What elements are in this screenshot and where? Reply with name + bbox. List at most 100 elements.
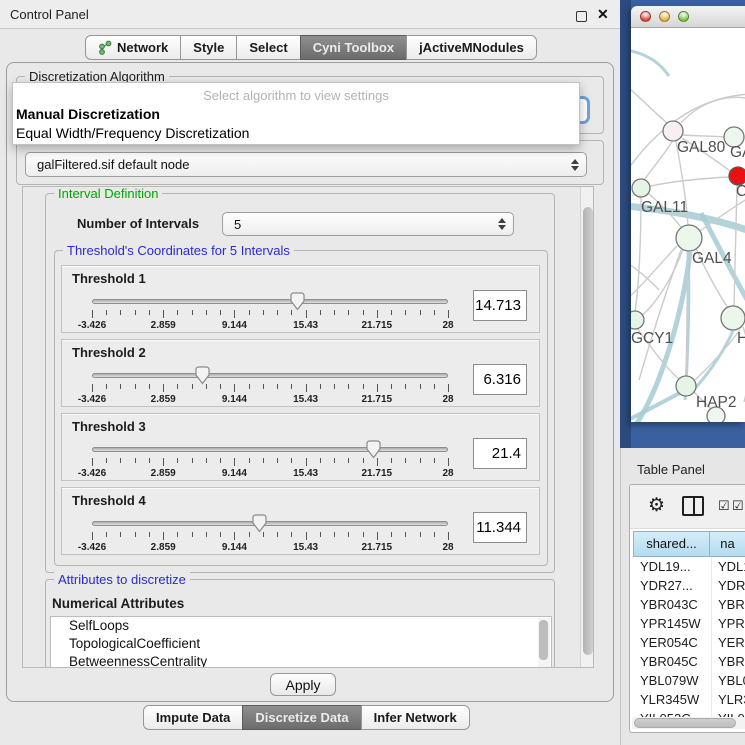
slider-thumb[interactable] [194, 366, 211, 385]
checkbox-icon[interactable]: ☑ [732, 498, 744, 514]
table-row[interactable]: YPR145WYPR1 [634, 614, 745, 633]
mac-minimize-icon[interactable] [659, 11, 670, 22]
table-row[interactable]: YDR27...YDR2 [634, 576, 745, 595]
network-view-window[interactable]: GAL80GACGAL11GAL4GCY1HHAP2 [631, 6, 745, 422]
scrollbar-thumb[interactable] [583, 207, 593, 655]
mac-close-icon[interactable] [640, 11, 651, 22]
network-node[interactable] [632, 179, 650, 197]
slider-tick [377, 384, 378, 392]
settings-scroll-area: Interval Definition Number of Intervals … [22, 186, 594, 668]
combo-spinner-icon [571, 159, 579, 171]
close-icon[interactable]: ✕ [597, 6, 609, 23]
table-row[interactable]: YBR043CYBR0 [634, 595, 745, 614]
table-toolbar: ⚙ ☑ ☑ [630, 485, 745, 529]
column-header-shared-name[interactable]: shared... [633, 531, 710, 557]
network-node[interactable] [663, 121, 683, 141]
slider-tick [120, 384, 121, 389]
slider-thumb[interactable] [251, 514, 268, 533]
network-window-titlebar[interactable] [631, 6, 745, 28]
table-cell-shared-name: YBL079W [634, 671, 711, 690]
network-edge[interactable] [644, 142, 672, 180]
tab-discretize-data[interactable]: Discretize Data [242, 705, 361, 730]
tab-network[interactable]: Network [85, 35, 181, 60]
tab-select[interactable]: Select [236, 35, 300, 60]
tab-infer-network[interactable]: Infer Network [361, 705, 470, 730]
table-row[interactable]: YDL19...YDL1 [634, 557, 745, 576]
table-row[interactable]: YLR345WYLR3 [634, 690, 745, 709]
slider-tick [334, 532, 335, 537]
threshold-slider[interactable]: -3.4262.8599.14415.4321.71528 [92, 366, 448, 406]
tab-style[interactable]: Style [180, 35, 237, 60]
hscrollbar-thumb[interactable] [634, 718, 736, 728]
list-scrollbar[interactable] [538, 618, 550, 668]
network-edge[interactable] [734, 185, 737, 306]
threshold-value-field[interactable]: 6.316 [473, 364, 527, 395]
list-scrollbar-thumb[interactable] [539, 620, 548, 660]
apply-button[interactable]: Apply [270, 673, 336, 696]
slider-thumb[interactable] [289, 292, 306, 311]
threshold-slider[interactable]: -3.4262.8599.14415.4321.71528 [92, 292, 448, 332]
slider-track[interactable] [92, 521, 448, 526]
threshold-value-field[interactable]: 11.344 [473, 512, 527, 543]
table-row[interactable]: YER054CYER0 [634, 633, 745, 652]
float-window-icon[interactable] [576, 11, 587, 22]
tab-impute-data[interactable]: Impute Data [143, 705, 243, 730]
settings-vertical-scrollbar[interactable] [580, 187, 594, 668]
threshold-slider[interactable]: -3.4262.8599.14415.4321.71528 [92, 514, 448, 554]
network-node[interactable] [676, 225, 702, 251]
slider-tick [177, 532, 178, 537]
attribute-list-item[interactable]: SelfLoops [51, 617, 551, 635]
slider-track[interactable] [92, 299, 448, 304]
threshold-value-field[interactable]: 14.713 [473, 290, 527, 321]
slider-tick-label: 28 [442, 468, 453, 479]
network-edge[interactable] [631, 392, 682, 421]
network-node[interactable] [676, 376, 696, 396]
gear-icon[interactable]: ⚙ [648, 495, 665, 517]
network-edge[interactable] [639, 250, 681, 380]
numerical-attributes-list[interactable]: SelfLoopsTopologicalCoefficientBetweenne… [50, 616, 552, 668]
slider-tick [434, 384, 435, 389]
network-node-label: GAL11 [641, 199, 688, 216]
column-header-name[interactable]: na [709, 531, 745, 557]
slider-tick [334, 384, 335, 389]
thresholds-group-title: Threshold's Coordinates for 5 Intervals [63, 243, 294, 258]
popup-option-manual-discretization[interactable]: Manual Discretization [16, 106, 160, 122]
slider-track[interactable] [92, 373, 448, 378]
slider-tick [220, 384, 221, 389]
network-graph: GAL80GACGAL11GAL4GCY1HHAP2 [631, 28, 745, 422]
network-node[interactable] [631, 311, 644, 329]
slider-tick-label: 28 [442, 542, 453, 553]
checkbox-icon[interactable]: ☑ [718, 498, 730, 514]
table-horizontal-scrollbar[interactable] [632, 717, 745, 729]
slider-tick [363, 384, 364, 389]
threshold-slider[interactable]: -3.4262.8599.14415.4321.71528 [92, 440, 448, 480]
network-edge[interactable] [650, 177, 729, 186]
network-edge[interactable] [631, 50, 669, 76]
threshold-value-field[interactable]: 21.4 [473, 438, 527, 469]
network-edge[interactable] [695, 330, 740, 380]
network-edge[interactable] [683, 135, 724, 137]
slider-thumb[interactable] [365, 440, 382, 459]
table-row[interactable]: YBL079WYBL0 [634, 671, 745, 690]
network-node[interactable] [721, 306, 745, 330]
tab-jactivemnodules[interactable]: jActiveMNodules [406, 35, 537, 60]
attribute-list-item[interactable]: TopologicalCoefficient [51, 635, 551, 653]
network-edge[interactable] [631, 88, 667, 123]
split-columns-icon[interactable] [682, 496, 704, 516]
number-of-intervals-combobox[interactable]: 5 [222, 212, 514, 236]
slider-tick [192, 384, 193, 389]
tab-cyni-toolbox[interactable]: Cyni Toolbox [300, 35, 407, 60]
slider-tick [206, 458, 207, 463]
slider-tick [306, 384, 307, 392]
table-row[interactable]: YBR045CYBR0 [634, 652, 745, 671]
slider-tick [363, 532, 364, 537]
slider-track[interactable] [92, 447, 448, 452]
slider-tick [92, 458, 93, 466]
mac-zoom-icon[interactable] [678, 11, 689, 22]
attribute-list-item[interactable]: BetweennessCentrality [51, 653, 551, 668]
network-edge[interactable] [631, 262, 659, 290]
network-canvas[interactable]: GAL80GACGAL11GAL4GCY1HHAP2 [631, 28, 745, 422]
table-data-combobox[interactable]: galFiltered.sif default node [25, 152, 587, 177]
slider-tick [135, 384, 136, 389]
popup-option-equal-width-frequency[interactable]: Equal Width/Frequency Discretization [16, 125, 249, 141]
